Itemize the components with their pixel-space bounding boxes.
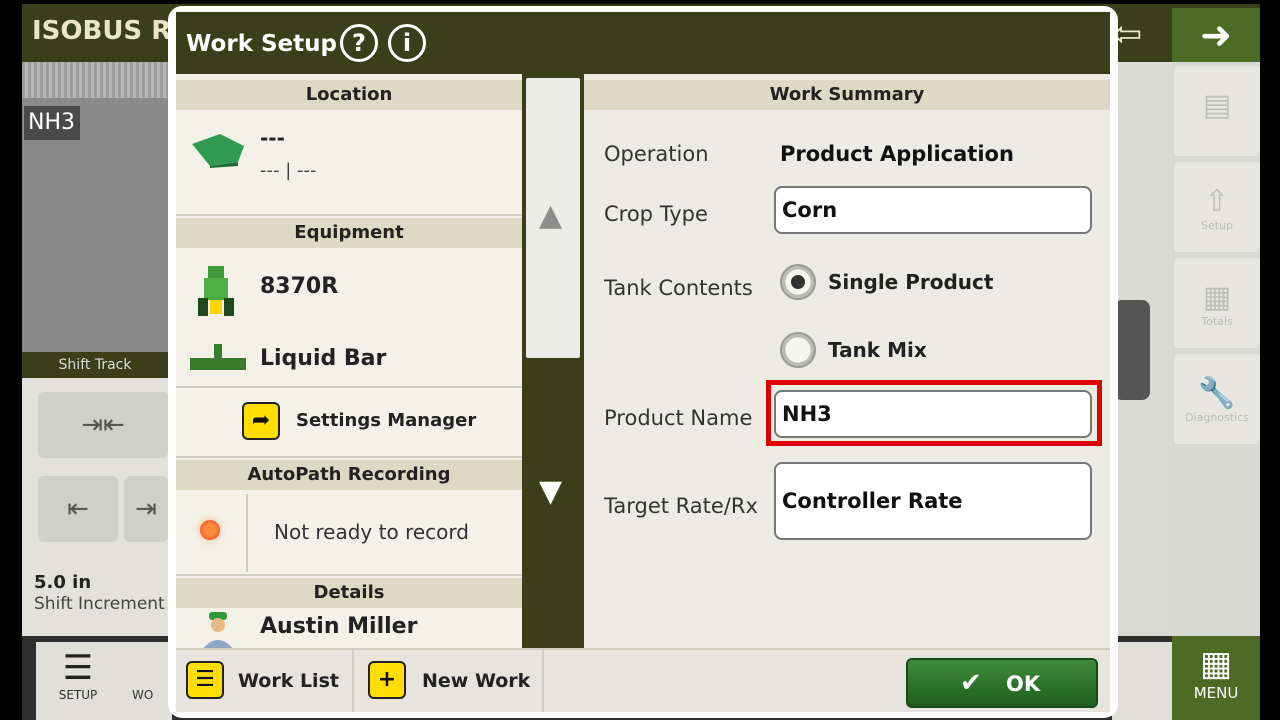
background-stripe [22, 62, 168, 98]
shift-left-button[interactable]: ⇤ [38, 476, 118, 542]
work-summary-header: Work Summary [584, 80, 1110, 110]
single-product-label[interactable]: Single Product [828, 270, 993, 294]
down-triangle-icon: ▼ [539, 474, 563, 509]
operator-icon [202, 612, 234, 650]
divider [176, 574, 522, 576]
tractor-name: 8370R [260, 274, 339, 299]
autopath-header: AutoPath Recording [176, 460, 522, 490]
divider [176, 456, 522, 458]
scroll-bar: ▲ ▼ [522, 74, 584, 648]
target-rate-field[interactable]: Controller Rate [774, 462, 1092, 540]
setup-button[interactable]: ☰ SETUP [36, 642, 120, 720]
shift-increment-value: 5.0 in [34, 572, 92, 593]
plus-icon[interactable]: + [368, 661, 406, 699]
divider [176, 214, 522, 216]
diagnostics-tile[interactable]: 🔧 Diagnostics [1174, 354, 1260, 444]
work-setup-left-column: Location --- --- | --- Equipment 8370R L… [176, 74, 522, 650]
ok-label: OK [1006, 672, 1041, 696]
shift-right-button[interactable]: ⇥ [124, 476, 168, 542]
product-name-label: Product Name [604, 406, 753, 430]
help-icon[interactable]: ? [340, 24, 378, 62]
tank-mix-radio[interactable] [780, 332, 816, 368]
totals-tile[interactable]: ▦ Totals [1174, 258, 1260, 348]
background-app-title: ISOBUS Ru [32, 16, 190, 46]
info-icon[interactable]: i [388, 24, 426, 62]
wrench-icon: 🔧 [1198, 376, 1236, 411]
background-product-badge: NH3 [24, 106, 80, 140]
up-arrow-icon: ⇧ [1204, 184, 1230, 219]
operation-label: Operation [604, 142, 709, 166]
autopath-status: Not ready to record [274, 520, 469, 544]
operation-value: Product Application [780, 142, 1014, 166]
work-summary-panel: Work Summary Operation Product Applicati… [584, 74, 1110, 648]
equipment-header: Equipment [176, 218, 522, 248]
shift-center-button[interactable]: ⇥⇤ [38, 392, 168, 458]
divider-vertical [542, 650, 544, 712]
field-icon [192, 134, 244, 168]
status-dot-icon [200, 520, 220, 540]
forward-arrow-icon[interactable]: ➜ [1172, 8, 1260, 62]
rate-controller-tile[interactable]: ▤ [1174, 66, 1260, 156]
divider-vertical [352, 650, 354, 712]
work-setup-dialog: Work Setup ? i Location --- --- | --- Eq… [168, 6, 1118, 718]
scroll-down-button[interactable]: ▼ [526, 364, 580, 648]
location-name: --- [260, 126, 285, 150]
settings-manager-button[interactable]: Settings Manager [296, 410, 476, 431]
new-work-button[interactable]: New Work [422, 670, 530, 692]
controller-icon: ▤ [1202, 88, 1232, 123]
target-rate-label: Target Rate/Rx [604, 494, 758, 518]
scroll-up-button[interactable]: ▲ [526, 78, 580, 358]
shift-track-panel: Shift Track ⇥⇤ ⇤ ⇥ 5.0 in Shift Incremen… [22, 352, 168, 636]
background-side-column: ▤ ⇧ Setup ▦ Totals 🔧 Diagnostics [1172, 62, 1260, 636]
location-sub: --- | --- [260, 160, 317, 181]
ok-button[interactable]: ✔ OK [906, 658, 1098, 708]
work-order-button[interactable]: WO [118, 642, 172, 720]
work-list-button[interactable]: Work List [238, 670, 339, 692]
settings-manager-icon[interactable]: ➦ [242, 402, 280, 440]
totals-icon: ▦ [1202, 280, 1232, 315]
grid-icon: ▦ [1199, 644, 1233, 684]
up-triangle-icon: ▲ [539, 198, 563, 233]
details-header: Details [176, 578, 522, 608]
list-icon[interactable]: ☰ [186, 661, 224, 699]
single-product-radio[interactable] [780, 264, 816, 300]
liquid-bar-icon [190, 344, 246, 370]
shift-increment-label: Shift Increment [34, 594, 165, 614]
divider [176, 386, 522, 388]
checklist-icon: ☰ [62, 648, 94, 688]
tractor-icon [198, 266, 234, 316]
product-name-highlight [766, 380, 1102, 446]
crop-type-label: Crop Type [604, 202, 708, 226]
menu-button[interactable]: ▦ MENU [1172, 636, 1260, 720]
operator-name: Austin Miller [260, 614, 418, 639]
setup-tile[interactable]: ⇧ Setup [1174, 162, 1260, 252]
location-header: Location [176, 80, 522, 110]
work-setup-dialog-body: Work Setup ? i Location --- --- | --- Eq… [176, 12, 1110, 712]
divider-vertical [246, 494, 248, 572]
dialog-footer: ☰ Work List + New Work ✔ OK [176, 648, 1110, 712]
crop-type-field[interactable]: Corn [774, 186, 1092, 234]
mission-button[interactable] [1112, 642, 1172, 720]
implement-name: Liquid Bar [260, 346, 387, 371]
background-map-panel: NH3 [22, 62, 168, 352]
check-icon: ✔ [960, 668, 982, 698]
background-grey-tab [1114, 300, 1150, 400]
tank-mix-label[interactable]: Tank Mix [828, 338, 927, 362]
dialog-title: Work Setup [186, 31, 337, 57]
dialog-header: Work Setup ? i [176, 12, 1110, 74]
shift-track-title: Shift Track [22, 352, 168, 378]
tank-contents-label: Tank Contents [604, 276, 753, 300]
